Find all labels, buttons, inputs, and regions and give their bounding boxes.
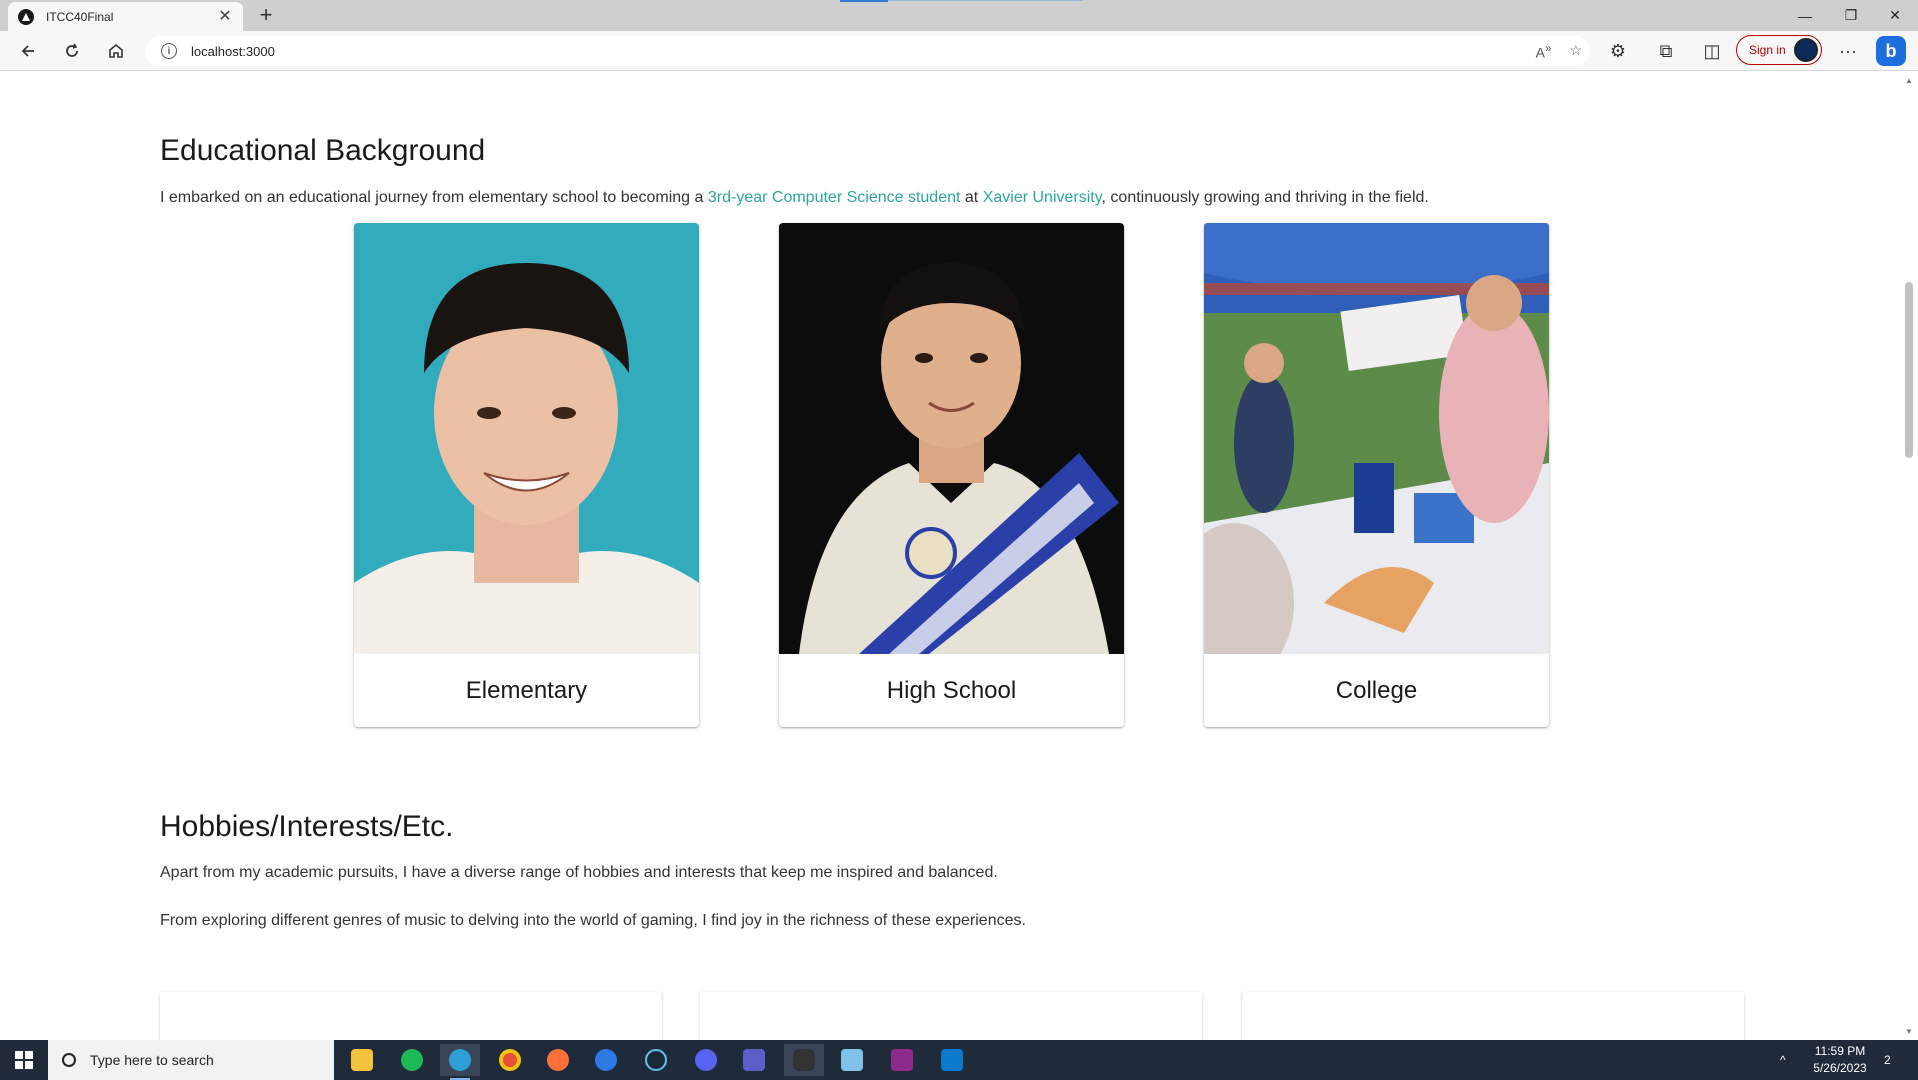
high-school-photo [779, 223, 1124, 654]
steam-icon[interactable] [636, 1044, 676, 1076]
intro-text: at [960, 189, 983, 206]
teams-icon[interactable] [734, 1044, 774, 1076]
browser-toolbar: i localhost:3000 A» ☆ ⚙ ⧉ ◫ Sign in ··· … [0, 31, 1918, 71]
scrollbar-thumb[interactable] [1905, 282, 1913, 458]
hobbies-title: Hobbies/Interests/Etc. [160, 810, 454, 843]
site-info-icon[interactable]: i [161, 43, 177, 59]
cs-student-link[interactable]: 3rd-year Computer Science student [708, 189, 961, 206]
education-title: Educational Background [160, 134, 486, 167]
card-caption: College [1335, 676, 1418, 704]
discord-icon[interactable] [686, 1044, 726, 1076]
scroll-up-icon[interactable]: ▲ [1905, 76, 1913, 85]
winrar-icon[interactable] [882, 1044, 922, 1076]
minimize-button[interactable]: — [1782, 0, 1828, 31]
browser-essentials-icon[interactable]: ◫ [1698, 37, 1726, 65]
taskbar-search-box[interactable]: Type here to search [48, 1040, 334, 1080]
app-icon[interactable] [784, 1044, 824, 1076]
windows-start-icon[interactable] [0, 1040, 48, 1080]
clock-time: 11:59 PM [1814, 1044, 1866, 1058]
collections-icon[interactable]: ⧉ [1652, 37, 1680, 65]
search-icon [62, 1053, 76, 1067]
education-card-elementary[interactable]: Elementary [354, 223, 699, 727]
card-caption: Elementary [465, 676, 588, 704]
spotify-icon[interactable] [392, 1044, 432, 1076]
clock-date: 5/26/2023 [1813, 1061, 1867, 1075]
college-photo [1204, 223, 1549, 654]
show-hidden-icons[interactable]: ^ [1780, 1040, 1786, 1080]
taskbar-clock[interactable]: 11:59 PM 5/26/2023 [1804, 1043, 1876, 1077]
page-viewport: Educational Background I embarked on an … [0, 72, 1918, 1040]
education-intro: I embarked on an educational journey fro… [160, 189, 1429, 207]
education-card-college[interactable]: College [1204, 223, 1549, 727]
more-menu-icon[interactable]: ··· [1834, 37, 1862, 65]
read-aloud-icon[interactable]: A» [1536, 42, 1552, 61]
tab-loading-indicator [840, 0, 888, 2]
sign-in-button[interactable]: Sign in [1736, 35, 1822, 65]
notification-count: 2 [1884, 1053, 1891, 1067]
home-icon[interactable] [102, 37, 130, 65]
sign-in-label: Sign in [1749, 43, 1786, 57]
extensions-icon[interactable]: ⚙ [1604, 37, 1632, 65]
notepad-icon[interactable] [832, 1044, 872, 1076]
xavier-university-link[interactable]: Xavier University [983, 189, 1102, 206]
vscode-icon[interactable] [932, 1044, 972, 1076]
hobby-card[interactable] [1242, 992, 1744, 1040]
new-tab-button[interactable]: + [254, 4, 278, 28]
page-scrollbar[interactable]: ▲ ▼ [1900, 72, 1918, 1040]
restore-button[interactable]: ❐ [1828, 0, 1874, 31]
bing-chat-icon[interactable]: b [1876, 36, 1906, 66]
chrome-icon[interactable] [490, 1044, 530, 1076]
hobbies-paragraph-2: From exploring different genres of music… [160, 912, 1026, 929]
windows-taskbar: Type here to search ^ 11:59 PM 5/26/2023… [0, 1040, 1918, 1080]
notification-center-icon[interactable]: 2 [1884, 1040, 1891, 1080]
card-caption: High School [886, 676, 1017, 704]
file-explorer-icon[interactable] [342, 1044, 382, 1076]
intro-text: , continuously growing and thriving in t… [1101, 189, 1429, 206]
app-favicon-icon [18, 8, 34, 25]
back-arrow-icon[interactable] [14, 37, 42, 65]
search-placeholder: Type here to search [90, 1052, 214, 1068]
bluetooth-app-icon[interactable] [586, 1044, 626, 1076]
intro-text: I embarked on an educational journey fro… [160, 189, 708, 206]
hobby-card[interactable] [700, 992, 1202, 1040]
hobby-card[interactable] [160, 992, 662, 1040]
tab-loading-track [888, 0, 1083, 1]
hobbies-paragraph-1: Apart from my academic pursuits, I have … [160, 864, 998, 881]
tab-close-icon[interactable]: ✕ [217, 8, 233, 25]
browser-tab[interactable]: ITCC40Final ✕ [8, 2, 243, 31]
elementary-photo [354, 223, 699, 654]
tab-title: ITCC40Final [46, 9, 114, 24]
favorite-star-icon[interactable]: ☆ [1569, 42, 1582, 61]
close-window-button[interactable]: ✕ [1872, 0, 1918, 31]
browser-tab-bar: ITCC40Final ✕ + — ❐ ✕ [0, 0, 1918, 31]
url-text: localhost:3000 [191, 43, 275, 59]
education-card-high-school[interactable]: High School [779, 223, 1124, 727]
refresh-icon[interactable] [58, 37, 86, 65]
firefox-icon[interactable] [538, 1044, 578, 1076]
scroll-down-icon[interactable]: ▼ [1905, 1027, 1913, 1036]
address-bar[interactable]: i localhost:3000 A» ☆ [145, 36, 1590, 66]
profile-avatar [1794, 38, 1818, 62]
edge-browser-icon[interactable] [440, 1044, 480, 1080]
